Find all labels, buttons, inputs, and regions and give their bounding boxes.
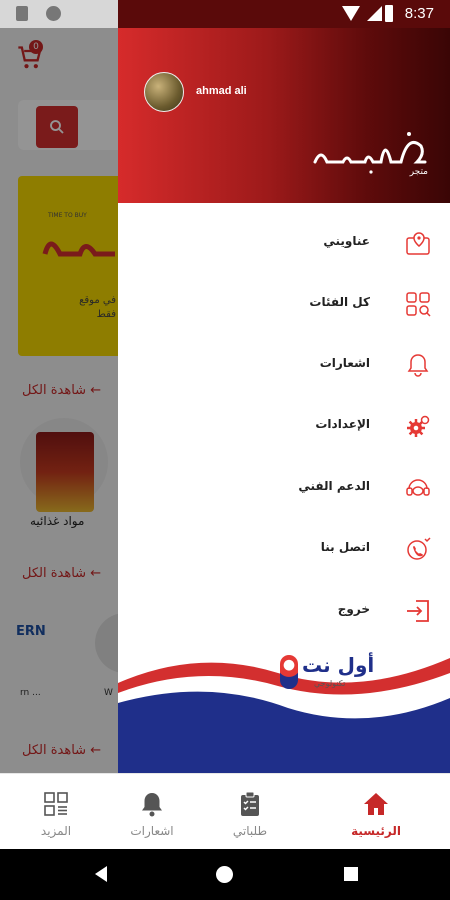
menu-item-support[interactable]: الدعم الفني bbox=[118, 460, 450, 516]
nav-label: الرئيسية bbox=[351, 824, 401, 838]
battery-icon bbox=[385, 5, 393, 22]
drawer-scrim[interactable] bbox=[0, 28, 118, 773]
nav-notifications[interactable]: اشعارات bbox=[96, 774, 208, 850]
partner-logo-sub: تكنولوجي bbox=[314, 679, 346, 688]
username: ahmad ali bbox=[196, 85, 247, 97]
nav-label: اشعارات bbox=[130, 824, 174, 838]
clipboard-icon bbox=[241, 791, 259, 816]
menu-item-label: اتصل بنا bbox=[320, 540, 370, 554]
menu-item-addresses[interactable]: عناويني bbox=[118, 215, 450, 271]
partner-logo-text: أول نت bbox=[302, 653, 375, 677]
logout-icon bbox=[407, 600, 429, 622]
more-grid-icon bbox=[44, 792, 68, 816]
back-icon[interactable] bbox=[95, 866, 107, 882]
contact-phone-icon bbox=[407, 537, 431, 560]
sd-card-icon bbox=[16, 6, 28, 21]
recent-apps-icon[interactable] bbox=[344, 867, 358, 881]
signal-icon bbox=[367, 6, 382, 21]
menu-item-logout[interactable]: خروج bbox=[118, 583, 450, 639]
menu-item-label: خروج bbox=[337, 602, 370, 616]
gear-icon bbox=[407, 415, 430, 437]
home-icon bbox=[364, 793, 388, 815]
clock: 8:37 bbox=[404, 5, 434, 22]
wifi-icon bbox=[342, 6, 360, 21]
nav-orders[interactable]: طلباتي bbox=[194, 774, 306, 850]
store-logo-sub: متجر bbox=[409, 167, 428, 177]
drawer-header: ahmad ali متجر bbox=[118, 0, 450, 203]
bell-icon bbox=[142, 793, 162, 817]
system-navigation-bar bbox=[0, 849, 450, 900]
partner-logo: أول نت تكنولوجي bbox=[280, 653, 380, 693]
sync-icon bbox=[46, 6, 61, 21]
menu-item-notifications[interactable]: اشعارات bbox=[118, 337, 450, 393]
menu-item-contact[interactable]: اتصل بنا bbox=[118, 521, 450, 577]
status-bar-right: 8:37 bbox=[118, 0, 450, 28]
menu-item-label: اشعارات bbox=[319, 356, 370, 370]
menu-item-label: الدعم الفني bbox=[298, 479, 370, 493]
avatar[interactable] bbox=[144, 72, 184, 112]
menu-item-label: عناويني bbox=[323, 234, 370, 248]
bottom-navigation: المزيد اشعارات طلباتي الرئيسية bbox=[0, 773, 450, 849]
nav-label: طلباتي bbox=[232, 824, 268, 838]
support-headset-icon bbox=[406, 479, 430, 496]
menu-item-categories[interactable]: كل الفئات bbox=[118, 276, 450, 332]
bell-icon bbox=[407, 354, 429, 377]
map-pin-icon bbox=[406, 232, 430, 255]
menu-item-label: الإعدادات bbox=[315, 417, 370, 431]
nav-home[interactable]: الرئيسية bbox=[320, 774, 432, 850]
categories-grid-icon bbox=[406, 292, 431, 317]
menu-item-label: كل الفئات bbox=[309, 295, 370, 309]
home-circle-icon[interactable] bbox=[216, 866, 233, 883]
menu-item-settings[interactable]: الإعدادات bbox=[118, 398, 450, 454]
navigation-drawer: ahmad ali متجر عناويني كل الفئات اشعارات… bbox=[118, 0, 450, 773]
